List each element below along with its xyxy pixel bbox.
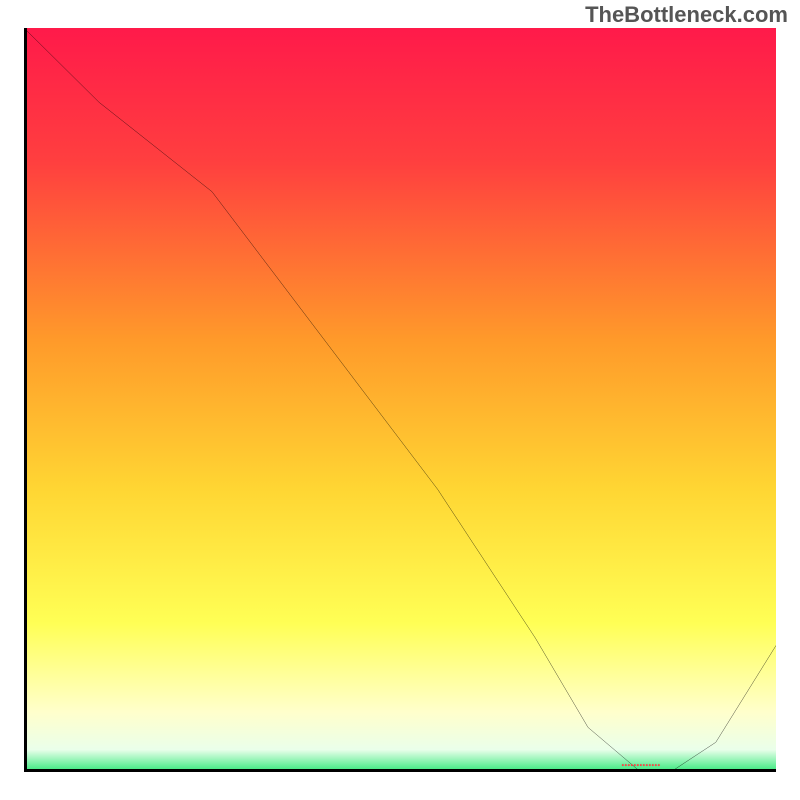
optimal-point-marker: ············· xyxy=(621,758,660,772)
bottleneck-curve xyxy=(24,28,776,772)
watermark-text: TheBottleneck.com xyxy=(585,2,788,28)
chart-container: TheBottleneck.com xyxy=(0,0,800,800)
plot-area: ············· xyxy=(24,28,776,772)
